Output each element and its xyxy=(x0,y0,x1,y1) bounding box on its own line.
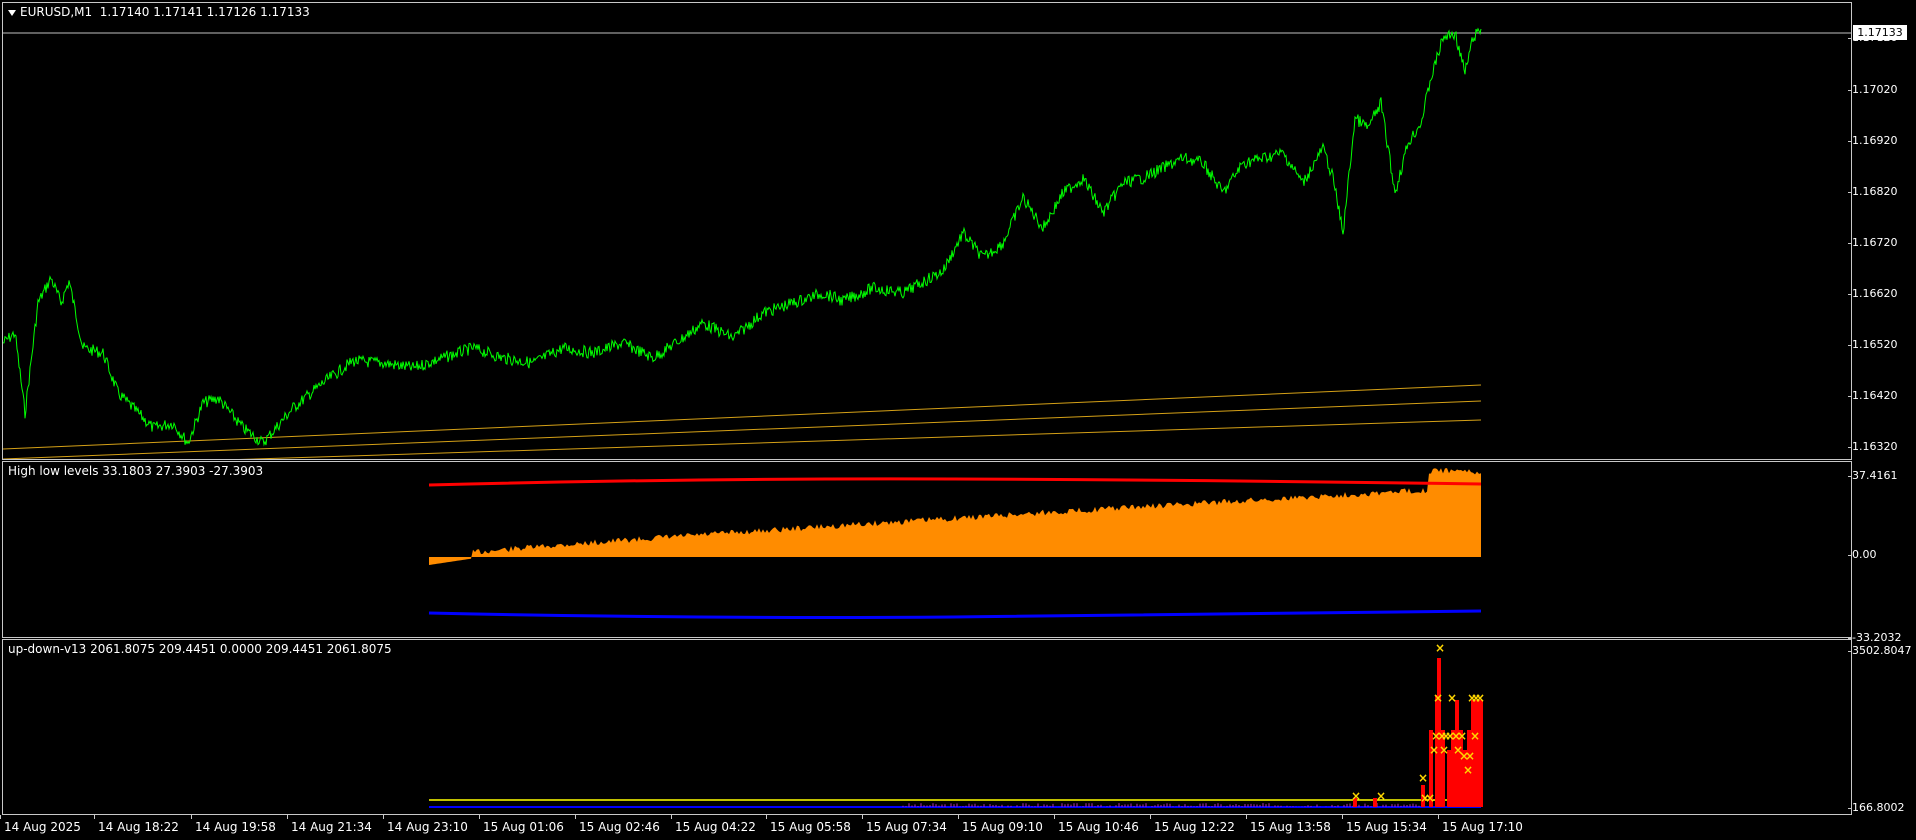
time-label: 14 Aug 2025 xyxy=(0,815,81,834)
axis-tick-label: 166.8002 xyxy=(1848,801,1905,814)
price-chart-canvas[interactable] xyxy=(3,3,1852,460)
axis-tick-label: 37.4161 xyxy=(1848,469,1898,482)
indicator1-axis[interactable]: 37.4161 0.00 -33.2032 xyxy=(1847,461,1916,644)
x-marker-icon: × xyxy=(1439,743,1449,757)
x-marker-icon: × xyxy=(1475,691,1485,705)
time-label: 15 Aug 15:34 xyxy=(1342,815,1427,834)
indicator1-title: High low levels 33.1803 27.3903 -27.3903 xyxy=(8,464,264,478)
indicator2-axis[interactable]: 3502.8047 166.8002 xyxy=(1848,639,1916,815)
time-label: 15 Aug 10:46 xyxy=(1054,815,1139,834)
lower-level-line xyxy=(428,609,1482,619)
axis-tick-label: 0.00 xyxy=(1848,548,1877,561)
price-series-line xyxy=(3,27,1482,447)
time-label: 14 Aug 21:34 xyxy=(287,815,372,834)
x-marker-icon: × xyxy=(1418,771,1428,785)
x-marker-icon: × xyxy=(1351,789,1361,803)
price-axis[interactable]: 1.171201.170201.169201.168201.167201.166… xyxy=(1848,2,1916,460)
axis-tick-label: 1.16820 xyxy=(1848,185,1898,198)
x-marker-icon: × xyxy=(1463,763,1473,777)
x-marker-icon: × xyxy=(1465,749,1475,763)
axis-tick-label: 3502.8047 xyxy=(1848,644,1912,657)
current-price-badge: 1.17133 xyxy=(1853,25,1907,40)
time-label: 15 Aug 01:06 xyxy=(479,815,564,834)
collapse-triangle-icon[interactable] xyxy=(8,9,16,16)
axis-tick-label: 1.16420 xyxy=(1848,389,1898,402)
trendline xyxy=(238,419,1482,459)
axis-tick-label: 1.16320 xyxy=(1848,440,1898,453)
x-marker-icon: × xyxy=(1376,789,1386,803)
up-down-pane[interactable]: up-down-v13 2061.8075 209.4451 0.0000 20… xyxy=(2,639,1852,815)
time-label: 15 Aug 13:58 xyxy=(1246,815,1331,834)
x-marker-icon: × xyxy=(1435,641,1445,655)
time-label: 14 Aug 18:22 xyxy=(94,815,179,834)
x-marker-icon: × xyxy=(1425,791,1435,805)
x-marker-icon: × xyxy=(1447,691,1457,705)
time-label: 15 Aug 02:46 xyxy=(575,815,660,834)
time-label: 15 Aug 04:22 xyxy=(671,815,756,834)
ohlc-values: 1.17140 1.17141 1.17126 1.17133 xyxy=(99,5,310,19)
up-down-canvas[interactable]: × ××××××××××××××××××××××× xyxy=(3,640,1852,815)
time-label: 15 Aug 07:34 xyxy=(862,815,947,834)
symbol-label: EURUSD,M1 xyxy=(20,5,93,19)
time-label: 15 Aug 12:22 xyxy=(1150,815,1235,834)
trendline xyxy=(3,400,1482,459)
symbol-header: EURUSD,M1 1.17140 1.17141 1.17126 1.1713… xyxy=(8,5,310,19)
axis-tick-label: 1.16720 xyxy=(1848,236,1898,249)
indicator2-title: up-down-v13 2061.8075 209.4451 0.0000 20… xyxy=(8,642,392,656)
axis-tick-label: 1.16920 xyxy=(1848,134,1898,147)
trendline xyxy=(3,384,1482,450)
time-label: 14 Aug 23:10 xyxy=(383,815,468,834)
axis-tick-label: 1.16620 xyxy=(1848,287,1898,300)
upper-level-line xyxy=(428,477,1482,487)
axis-tick-label: 1.16520 xyxy=(1848,338,1898,351)
x-marker-icon: × xyxy=(1429,743,1439,757)
x-marker-icon: × xyxy=(1433,691,1443,705)
time-label: 15 Aug 09:10 xyxy=(958,815,1043,834)
time-axis[interactable]: 14 Aug 2025 14 Aug 18:22 14 Aug 19:58 14 Au… xyxy=(0,815,1852,840)
x-marker-icon: × xyxy=(1470,729,1480,743)
time-label: 15 Aug 05:58 xyxy=(766,815,851,834)
time-label: 15 Aug 17:10 xyxy=(1438,815,1523,834)
x-marker-icon: × xyxy=(1457,729,1467,743)
time-label: 14 Aug 19:58 xyxy=(191,815,276,834)
high-low-levels-canvas[interactable] xyxy=(3,462,1852,638)
high-low-levels-pane[interactable]: High low levels 33.1803 27.3903 -27.3903 xyxy=(2,461,1852,638)
axis-tick-label: 1.17020 xyxy=(1848,83,1898,96)
price-chart-pane[interactable]: EURUSD,M1 1.17140 1.17141 1.17126 1.1713… xyxy=(2,2,1852,460)
